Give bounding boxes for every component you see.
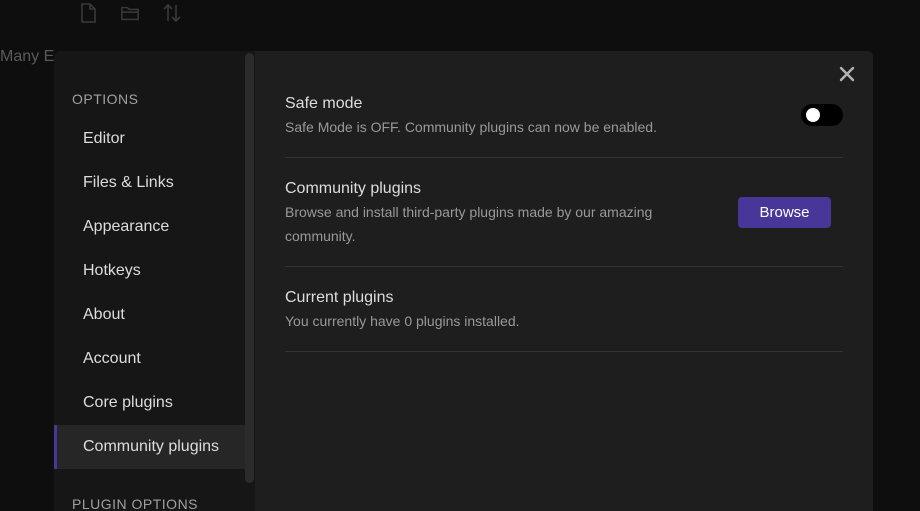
setting-name-current-plugins: Current plugins bbox=[285, 289, 394, 306]
toggle-knob bbox=[806, 108, 820, 122]
open-folder-icon[interactable] bbox=[120, 2, 140, 29]
sidebar-list: Editor Files & Links Appearance Hotkeys … bbox=[54, 117, 245, 469]
setting-current-plugins: Current plugins You currently have 0 plu… bbox=[285, 267, 843, 352]
setting-desc-current-plugins: You currently have 0 plugins installed. bbox=[285, 313, 520, 329]
sidebar-item-hotkeys[interactable]: Hotkeys bbox=[54, 249, 245, 293]
setting-desc-community-plugins: Browse and install third-party plugins m… bbox=[285, 204, 653, 244]
sidebar-item-appearance[interactable]: Appearance bbox=[54, 205, 245, 249]
setting-safe-mode: Safe mode Safe Mode is OFF. Community pl… bbox=[285, 81, 843, 158]
sidebar-item-community-plugins[interactable]: Community plugins bbox=[54, 425, 245, 469]
sidebar-scrollbar[interactable] bbox=[245, 53, 254, 483]
sidebar-item-files-links[interactable]: Files & Links bbox=[54, 161, 245, 205]
new-file-icon[interactable] bbox=[78, 2, 98, 29]
sidebar-item-core-plugins[interactable]: Core plugins bbox=[54, 381, 245, 425]
setting-name-community-plugins: Community plugins bbox=[285, 180, 422, 197]
sidebar-heading-plugin-options: PLUGIN OPTIONS bbox=[72, 496, 199, 511]
settings-modal: OPTIONS Editor Files & Links Appearance … bbox=[54, 51, 873, 511]
sort-icon[interactable] bbox=[162, 2, 182, 29]
setting-name-safe-mode: Safe mode bbox=[285, 95, 363, 112]
background-note-title: Many E bbox=[0, 48, 54, 65]
setting-desc-safe-mode: Safe Mode is OFF. Community plugins can … bbox=[285, 119, 657, 135]
background-toolbar bbox=[78, 2, 182, 29]
sidebar-item-about[interactable]: About bbox=[54, 293, 245, 337]
settings-sidebar: OPTIONS Editor Files & Links Appearance … bbox=[54, 51, 255, 511]
sidebar-item-editor[interactable]: Editor bbox=[54, 117, 245, 161]
setting-community-plugins: Community plugins Browse and install thi… bbox=[285, 158, 843, 267]
safe-mode-toggle[interactable] bbox=[801, 104, 843, 126]
sidebar-heading-options: OPTIONS bbox=[72, 91, 139, 107]
sidebar-item-account[interactable]: Account bbox=[54, 337, 245, 381]
settings-content: Safe mode Safe Mode is OFF. Community pl… bbox=[285, 81, 843, 352]
browse-button[interactable]: Browse bbox=[738, 197, 831, 228]
